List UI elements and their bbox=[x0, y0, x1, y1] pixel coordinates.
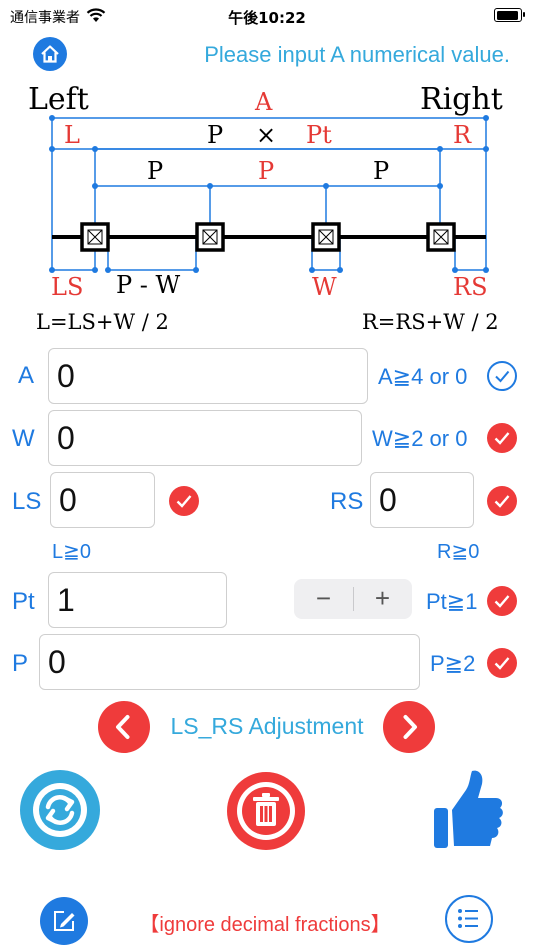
ls-input[interactable]: 0 bbox=[50, 472, 155, 528]
pt-input[interactable]: 1 bbox=[48, 572, 227, 628]
check-icon bbox=[494, 657, 510, 670]
formula-l: L=LS+W / 2 bbox=[36, 310, 169, 334]
chevron-right-icon bbox=[403, 715, 417, 739]
diagram-p-mid: P bbox=[258, 157, 274, 185]
edit-icon bbox=[54, 911, 75, 931]
p-check-icon bbox=[487, 648, 517, 678]
field-label-pt: Pt bbox=[12, 588, 35, 615]
a-input[interactable]: 0 bbox=[48, 348, 368, 404]
check-icon bbox=[494, 432, 510, 445]
diagram-r-label: R bbox=[453, 121, 472, 149]
clear-button[interactable] bbox=[227, 772, 305, 850]
field-label-ls: LS bbox=[12, 488, 42, 515]
w-check-icon bbox=[487, 423, 517, 453]
home-icon bbox=[41, 45, 59, 63]
rs-check-icon bbox=[487, 486, 517, 516]
diagram-left-label: Left bbox=[28, 82, 89, 117]
thumbs-up-icon bbox=[434, 770, 503, 848]
diagram-right-label: Right bbox=[420, 82, 503, 117]
pt-condition: Pt≧1 bbox=[426, 589, 478, 614]
diagram-l-label: L bbox=[64, 121, 80, 149]
swap-button[interactable] bbox=[20, 770, 100, 850]
pt-check-icon bbox=[487, 586, 517, 616]
adjust-right-button[interactable] bbox=[383, 701, 435, 753]
field-label-w: W bbox=[12, 425, 35, 452]
r-condition: R≧0 bbox=[437, 541, 480, 563]
check-icon bbox=[494, 595, 510, 608]
pt-decrement-button[interactable]: − bbox=[294, 583, 353, 614]
formula-r: R=RS+W / 2 bbox=[362, 310, 499, 334]
swap-icon bbox=[33, 783, 87, 837]
diagram-rs-label: RS bbox=[453, 273, 488, 301]
ls-check-icon bbox=[169, 486, 199, 516]
check-icon bbox=[494, 495, 510, 508]
pt-stepper[interactable]: − + bbox=[294, 579, 412, 619]
clock: 午後10:22 bbox=[228, 9, 306, 27]
layout-diagram: Left Right A L P × Pt R P P P LS P - W W… bbox=[28, 82, 503, 334]
diagram-ls-label: LS bbox=[51, 273, 83, 301]
trash-icon bbox=[237, 782, 295, 840]
diagram-a-label: A bbox=[254, 88, 273, 116]
list-icon bbox=[458, 909, 478, 928]
confirm-button[interactable] bbox=[432, 766, 504, 852]
ls-rs-adjustment-label: LS_RS Adjustment bbox=[170, 713, 364, 739]
status-bar: 通信事業者 午後10:22 bbox=[0, 0, 534, 32]
diagram-p-right: P bbox=[373, 157, 389, 185]
diagram-pt-label: Pt bbox=[306, 121, 332, 149]
battery-icon bbox=[494, 8, 525, 22]
diagram-p-left: P bbox=[147, 157, 163, 185]
l-condition: L≧0 bbox=[52, 541, 92, 563]
p-condition: P≧2 bbox=[430, 651, 476, 676]
field-label-p: P bbox=[12, 650, 29, 677]
w-condition: W≧2 or 0 bbox=[372, 426, 468, 451]
a-check-icon bbox=[487, 361, 517, 391]
input-prompt: Please input A numerical value. bbox=[204, 42, 510, 67]
check-icon bbox=[176, 495, 192, 508]
w-input[interactable]: 0 bbox=[48, 410, 362, 466]
edit-button[interactable] bbox=[40, 897, 88, 945]
home-button[interactable] bbox=[33, 37, 67, 71]
a-condition: A≧4 or 0 bbox=[378, 364, 468, 389]
p-input[interactable]: 0 bbox=[39, 634, 420, 690]
list-button[interactable] bbox=[445, 895, 493, 943]
diagram-w-label: W bbox=[312, 273, 337, 301]
pt-increment-button[interactable]: + bbox=[353, 583, 412, 614]
rs-input[interactable]: 0 bbox=[370, 472, 474, 528]
field-label-a: A bbox=[18, 362, 35, 389]
diagram-times: × bbox=[256, 121, 276, 149]
check-icon bbox=[495, 370, 510, 383]
diagram-p-minus-w: P - W bbox=[116, 271, 181, 299]
decimal-note: 【ignore decimal fractions】 bbox=[139, 914, 391, 936]
diagram-pt-p: P bbox=[207, 121, 223, 149]
field-label-rs: RS bbox=[330, 488, 364, 515]
